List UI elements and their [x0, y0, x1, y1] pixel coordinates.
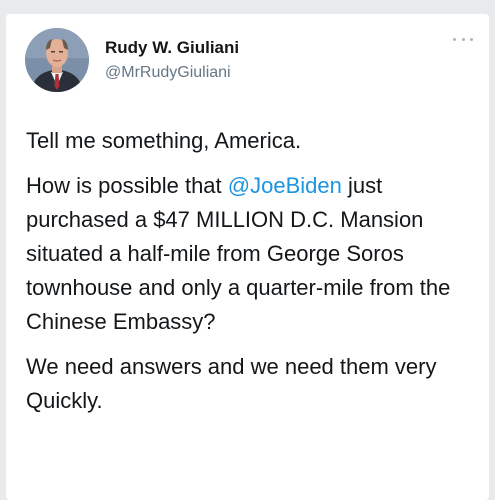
tweet-paragraph-3: We need answers and we need them very Qu… [26, 354, 437, 413]
display-name[interactable]: Rudy W. Giuliani [105, 38, 239, 58]
ellipsis-icon[interactable] [453, 34, 473, 44]
tweet-card: Rudy W. Giuliani @MrRudyGiuliani Tell me… [6, 14, 489, 500]
tweet-paragraph-1: Tell me something, America. [26, 128, 302, 153]
tweet-text-segment: How is possible that [26, 173, 228, 198]
tweet-paragraph-2: How is possible that @JoeBiden just purc… [26, 169, 476, 339]
avatar[interactable] [25, 28, 89, 92]
tweet-text: Tell me something, America. How is possi… [26, 124, 476, 429]
handle[interactable]: @MrRudyGiuliani [105, 64, 231, 82]
mention-link[interactable]: @JoeBiden [228, 173, 342, 198]
